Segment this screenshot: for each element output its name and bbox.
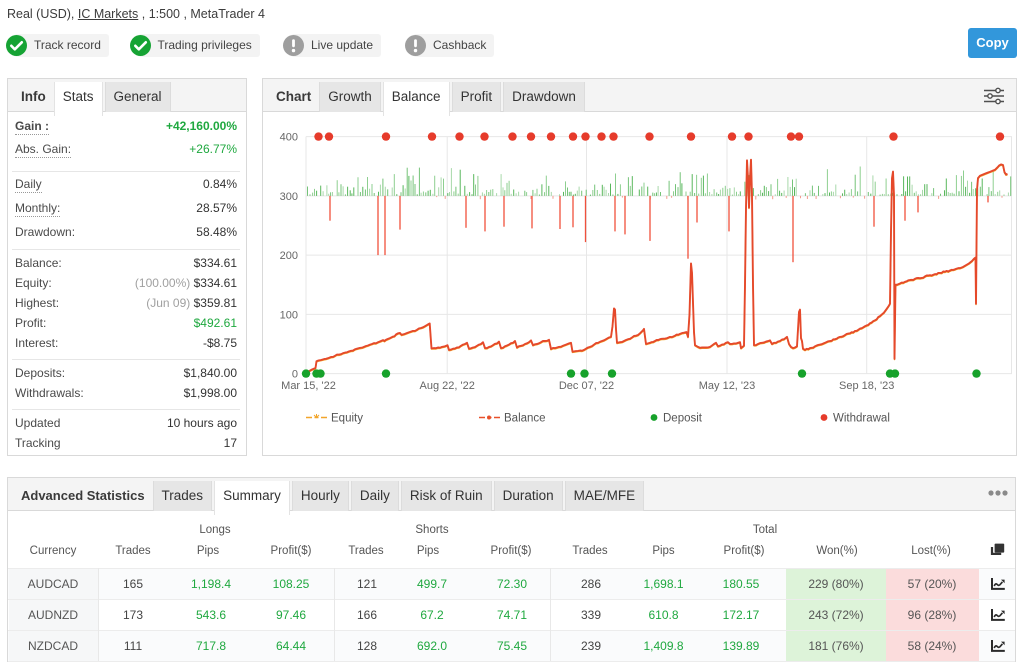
svg-text:Equity: Equity — [331, 413, 363, 425]
svg-text:0: 0 — [292, 369, 298, 381]
svg-text:300: 300 — [280, 191, 298, 203]
svg-text:200: 200 — [280, 250, 298, 262]
svg-text:Sep 18, '23: Sep 18, '23 — [839, 380, 894, 392]
svg-text:Aug 22, '22: Aug 22, '22 — [420, 380, 475, 392]
svg-text:400: 400 — [280, 132, 298, 144]
svg-text:Withdrawal: Withdrawal — [833, 413, 890, 425]
svg-text:100: 100 — [280, 309, 298, 321]
svg-text:Dec 07, '22: Dec 07, '22 — [559, 380, 614, 392]
svg-text:Balance: Balance — [504, 413, 546, 425]
svg-text:May 12, '23: May 12, '23 — [699, 380, 756, 392]
svg-text:Mar 15, '22: Mar 15, '22 — [281, 380, 336, 392]
svg-text:Deposit: Deposit — [663, 413, 703, 425]
